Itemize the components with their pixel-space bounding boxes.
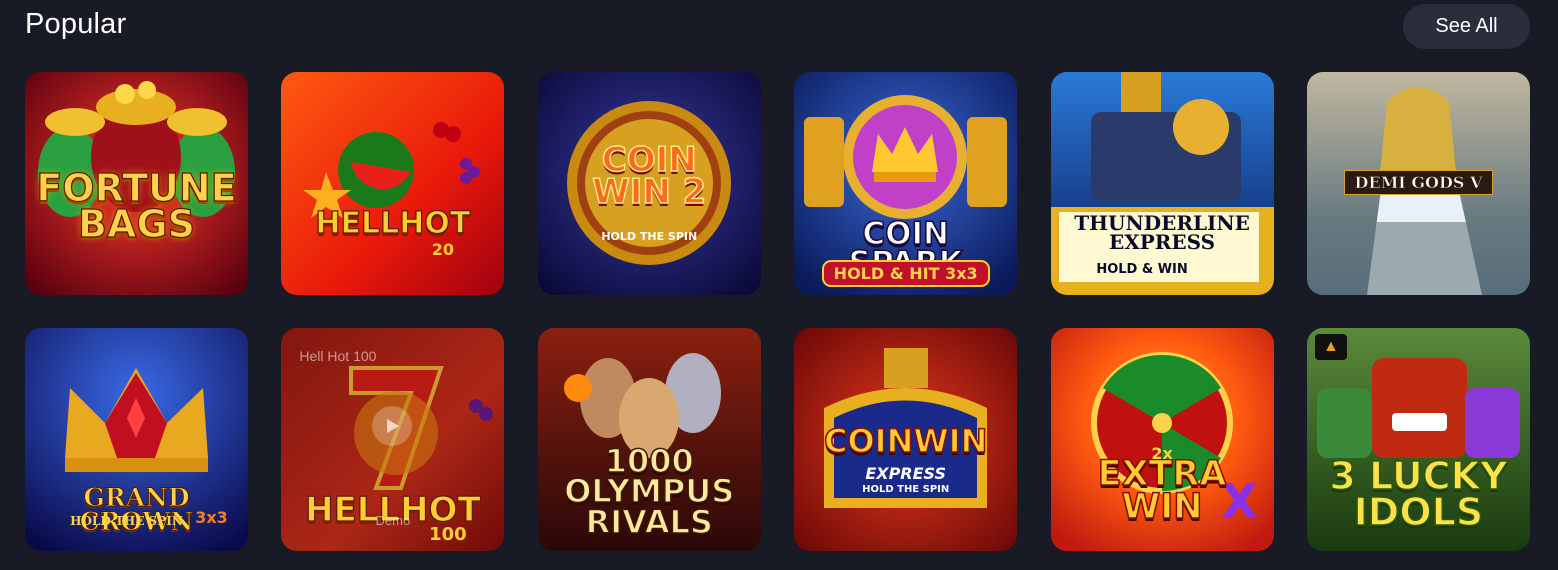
game-subtitle: 2x [1151,444,1173,463]
game-title: FORTUNE BAGS [36,166,238,247]
game-subtitle: EXPRESS [865,464,947,483]
game-tile-grand-crown[interactable]: GRAND CROWN HOLD THE SPIN 3x3 [25,328,248,551]
game-grid: FORTUNE BAGS HELLHOT 20 COIN WIN 2 HOLD … [25,72,1530,551]
game-tagline: HOLD THE SPIN [862,484,950,495]
game-tile-fortune-bags[interactable]: FORTUNE BAGS [25,72,248,295]
game-tile-coin-spark[interactable]: COIN SPARK HOLD & HIT 3x3 [794,72,1018,295]
game-title: THUNDERLINE EXPRESS [1074,211,1250,254]
watermelon-icon [281,72,505,295]
game-tile-thunderline-express[interactable]: THUNDERLINE EXPRESS HOLD & WIN [1050,72,1274,295]
game-title: EXTRA WIN [1097,454,1227,528]
game-badge: 3x3 [195,508,228,527]
game-tile-hell-hot-100[interactable]: HELLHOT 100 Hell Hot 100 Demo [281,328,505,551]
game-tile-3-lucky-idols[interactable]: ▲ 3 LUCKY IDOLS [1306,328,1530,551]
game-subtitle: HOLD & WIN [1096,262,1188,277]
game-tile-demi-gods-v[interactable]: DEMI GODS V [1306,72,1530,295]
game-title: 1000 OLYMPUS RIVALS [563,442,735,541]
game-title: DEMI GODS V [1313,170,1524,195]
see-all-button[interactable]: See All [1403,4,1530,49]
hover-game-name: Hell Hot 100 [299,348,377,364]
game-title: COIN WIN 2 [591,140,707,213]
section-title: Popular [25,8,127,40]
game-tile-hell-hot-20[interactable]: HELLHOT 20 [281,72,505,295]
game-tile-coinwin-express[interactable]: COINWIN EXPRESS HOLD THE SPIN [794,328,1018,551]
game-tile-extra-win-x[interactable]: X EXTRA WIN 2x [1050,328,1274,551]
game-subtitle: 20 [431,240,455,259]
game-title: COINWIN [823,422,988,460]
game-title: HELLHOT [315,206,471,241]
game-subtitle: HOLD & HIT 3x3 [794,260,1017,287]
game-tile-1000-olympus-rivals[interactable]: 1000 OLYMPUS RIVALS [537,328,761,551]
demo-button[interactable]: Demo [281,513,504,528]
game-title: 3 LUCKY IDOLS [1329,454,1509,535]
game-tile-coin-win-2[interactable]: COIN WIN 2 HOLD THE SPIN [537,72,761,295]
provider-logo-icon: ▲ [1314,334,1347,360]
game-subtitle: HOLD THE SPIN [601,230,698,243]
